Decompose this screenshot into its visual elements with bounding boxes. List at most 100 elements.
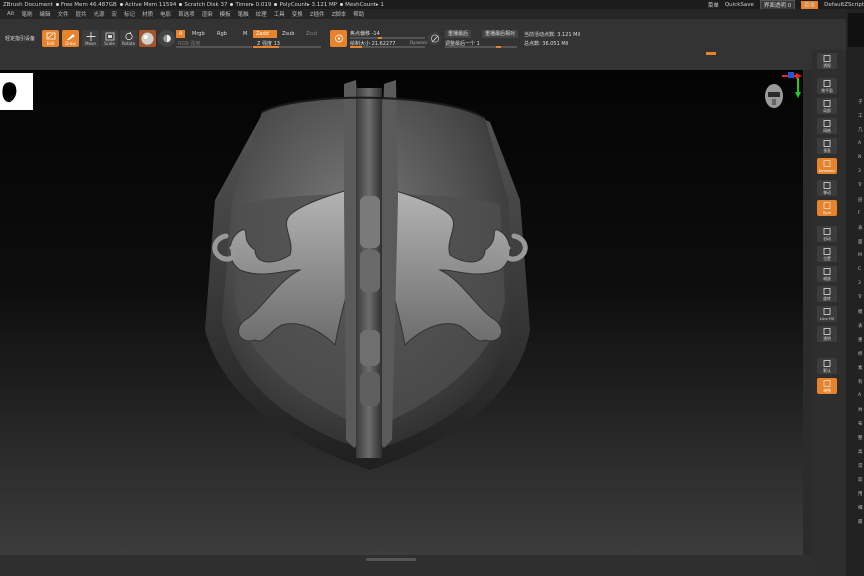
material-button[interactable] [139,30,156,47]
menus-button[interactable]: 菜单 [801,0,819,9]
panel-label-8[interactable]: F [858,211,861,216]
replay-last-button[interactable]: 重播最后 [445,30,472,38]
panel-label-16[interactable]: 表 [858,323,863,329]
right-tool-7[interactable]: Sym [817,200,837,216]
menu-item-17[interactable]: Z插件 [310,10,325,18]
menu-item-2[interactable]: 编辑 [39,10,50,18]
panel-label-1[interactable]: 工 [858,113,863,119]
right-tool-15[interactable]: 单独 [817,378,837,394]
bottom-tray-handle[interactable] [366,558,416,561]
dynamic-toggle[interactable]: Dynamic [410,40,428,45]
right-tool-4[interactable]: 垂直 [817,138,837,154]
menu-item-5[interactable]: 光源 [94,10,105,18]
panel-label-6[interactable]: Tr [858,183,862,188]
panel-label-3[interactable]: A [858,141,861,146]
sculpt-model[interactable] [0,70,803,555]
canvas-viewport[interactable] [0,70,803,555]
panel-label-7[interactable]: 层 [858,197,863,203]
right-tool-2[interactable]: 局部 [817,98,837,114]
panel-label-0[interactable]: 子 [858,99,863,105]
menu-item-0[interactable]: Alt [7,11,14,17]
menu-item-8[interactable]: 材质 [142,10,153,18]
texture-button[interactable] [158,30,175,47]
panel-label-12[interactable]: C [858,267,861,272]
quicksave-button[interactable]: QuickSave [725,2,754,8]
menu-item-11[interactable]: 渲染 [202,10,213,18]
menu-item-16[interactable]: 变换 [292,10,303,18]
right-tool-9[interactable]: 位置 [817,246,837,262]
panel-label-9[interactable]: 表 [858,225,863,231]
panel-label-30[interactable]: 最 [858,519,863,525]
panel-label-2[interactable]: 几 [858,127,863,133]
right-tool-1[interactable]: 地平面 [817,78,837,94]
mrgb-button[interactable]: Mrgb [189,30,208,38]
default-zscript-button[interactable]: DefaultZScript [824,2,864,8]
edit-button[interactable]: Edit [42,30,59,47]
panel-label-11[interactable]: M [858,253,862,258]
panel-label-24[interactable]: 整 [858,435,863,441]
rotate-button[interactable]: Rotate [120,30,137,47]
menu-item-15[interactable]: 工具 [274,10,285,18]
right-tool-14[interactable]: 默认 [817,358,837,374]
right-tool-11[interactable]: 旋转 [817,286,837,302]
panel-label-17[interactable]: 重 [858,337,863,343]
panel-label-13[interactable]: 3 [858,281,861,286]
rgb-button[interactable]: Rgb [214,30,230,38]
panel-label-18[interactable]: 修 [858,351,863,357]
m-button[interactable]: M [240,30,250,38]
panel-label-28[interactable]: 用 [858,491,863,497]
panel-label-10[interactable]: 面 [858,239,863,245]
panel-label-27[interactable]: 软 [858,477,863,483]
panel-label-25[interactable]: 高 [858,449,863,455]
right-tool-5[interactable]: Dynamic [817,158,837,174]
zsub-button[interactable]: Zsub [279,30,297,38]
menu-item-18[interactable]: Z脚本 [331,10,346,18]
panel-label-29[interactable]: 细 [858,505,863,511]
menu-item-1[interactable]: 笔刷 [21,10,32,18]
panel-label-4[interactable]: N [858,155,861,160]
right-tool-6[interactable]: 移动 [817,180,837,196]
menu-item-12[interactable]: 模板 [220,10,231,18]
menu-item-3[interactable]: 文件 [57,10,68,18]
panel-label-19[interactable]: 素 [858,365,863,371]
lightbox-button[interactable]: 轻定指引设备 [5,35,35,42]
rgb-intensity-slider[interactable] [176,46,252,48]
scale-button[interactable]: Scale [101,30,118,47]
zcut-button[interactable]: Zcut [303,30,320,38]
gyro-axis-icon[interactable] [760,70,803,114]
panel-label-20[interactable]: 有 [858,379,863,385]
right-tool-3[interactable]: 网格 [817,118,837,134]
panel-label-5[interactable]: 3 [858,169,861,174]
menu-item-4[interactable]: 层共 [76,10,87,18]
panel-label-14[interactable]: Tr [858,295,862,300]
focal-shift-slider[interactable] [350,37,425,39]
shelf-scroll-indicator[interactable] [706,52,716,55]
navigator-thumbnail[interactable] [0,73,33,110]
tool-thumbnail[interactable] [848,13,864,47]
draw-button[interactable]: Draw [62,30,79,47]
a-toggle[interactable]: A [176,30,186,38]
menu-label[interactable]: 菜单 [708,1,719,9]
ui-transparency-slider[interactable]: 界面透明 0 [759,0,796,9]
right-tool-0[interactable]: 透视 [817,53,837,69]
panel-label-23[interactable]: 布 [858,421,863,427]
menu-item-19[interactable]: 帮助 [353,10,364,18]
panel-label-21[interactable]: A [858,393,861,398]
move-button[interactable]: Move [82,30,99,47]
panel-label-15[interactable]: 模 [858,309,863,315]
right-tool-10[interactable]: 缩放 [817,266,837,282]
right-tool-13[interactable]: 透明 [817,326,837,342]
zadd-button[interactable]: Zadd [253,30,277,38]
right-tool-8[interactable]: 自动 [817,226,837,242]
menu-item-10[interactable]: 首选项 [178,10,195,18]
menu-item-9[interactable]: 电影 [160,10,171,18]
menu-item-7[interactable]: 标记 [124,10,135,18]
panel-label-26[interactable]: 常 [858,463,863,469]
right-tool-12[interactable]: Line Fill [817,306,837,322]
replay-last-relative-button[interactable]: 重播最后相对 [482,30,519,38]
symmetry-focus-button[interactable] [330,30,347,47]
panel-label-22[interactable]: 共 [858,407,863,413]
adjust-last-slider[interactable] [445,46,517,48]
menu-item-6[interactable]: 宏 [112,10,118,18]
menu-item-13[interactable]: 笔触 [238,10,249,18]
